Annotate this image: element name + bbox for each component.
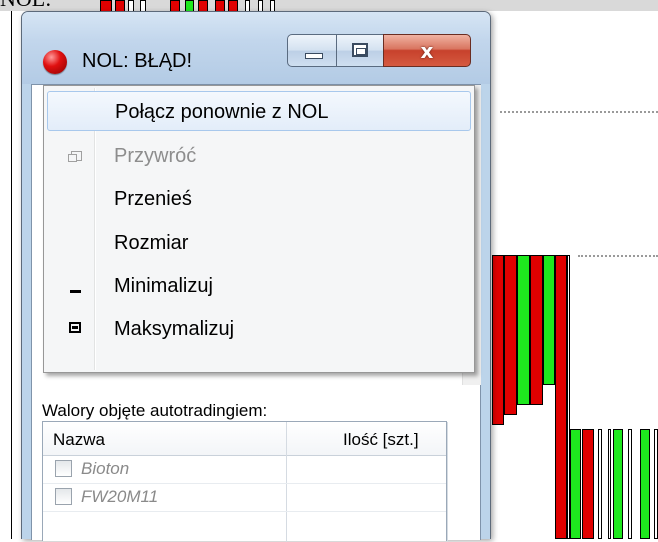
chart-grid-line (500, 111, 658, 113)
table-header: Nazwa Ilość [szt.] (43, 422, 446, 456)
maximize-icon (69, 322, 81, 333)
menu-item-restore[interactable]: Przywróć (47, 136, 471, 176)
security-name: FW20M11 (81, 487, 159, 506)
close-icon: x (420, 39, 434, 63)
chart-candle (492, 255, 504, 425)
column-header-quantity[interactable]: Ilość [szt.] (343, 430, 419, 450)
menu-item-label: Przywróć (114, 145, 197, 167)
chart-candle (628, 429, 632, 539)
window-system-menu: Połącz ponownie z NOL Przywróć Przenieś … (43, 85, 475, 373)
window-titlebar[interactable]: NOL: BŁĄD! x (22, 12, 490, 84)
background-top-strip: NOL: (0, 0, 658, 11)
app-status-icon[interactable] (43, 50, 67, 74)
minimize-icon (305, 53, 323, 59)
menu-item-label: Połącz ponownie z NOL (115, 101, 329, 123)
menu-item-label: Maksymalizuj (114, 318, 235, 340)
chart-candle (640, 429, 650, 539)
chart-candle (555, 255, 567, 539)
column-separator[interactable] (447, 422, 448, 542)
minimize-button[interactable] (287, 34, 337, 67)
chart-candle (654, 429, 658, 539)
chart-candle (608, 429, 611, 539)
chart-candle (543, 255, 555, 385)
maximize-icon (352, 43, 368, 57)
row-checkbox[interactable] (55, 460, 72, 477)
autotrading-securities-table: Nazwa Ilość [szt.] Bioton FW20M11 (42, 421, 448, 542)
minimize-icon (70, 290, 81, 293)
chart-candle (582, 429, 594, 539)
menu-item-label: Rozmiar (114, 232, 189, 254)
chart-candle (570, 429, 581, 539)
table-row[interactable]: FW20M11 (43, 484, 446, 512)
autotrading-label: Walory objęte autotradingiem: (42, 401, 268, 420)
close-button[interactable]: x (383, 34, 471, 67)
menu-item-label: Przenieś (114, 188, 192, 210)
menu-item-move[interactable]: Przenieś (47, 179, 471, 219)
security-name: Bioton (81, 459, 130, 478)
restore-icon (68, 151, 82, 162)
menu-item-label: Minimalizuj (114, 275, 213, 297)
chart-axis-line (11, 11, 12, 539)
window-title: NOL: BŁĄD! (82, 50, 193, 72)
chart-grid-line (578, 255, 658, 257)
chart-candle (530, 255, 543, 405)
chart-candle (598, 429, 602, 539)
menu-item-size[interactable]: Rozmiar (47, 223, 471, 263)
menu-item-reconnect[interactable]: Połącz ponownie z NOL (47, 91, 471, 131)
column-header-name[interactable]: Nazwa (53, 430, 105, 450)
chart-candle (504, 255, 517, 415)
chart-candle (517, 255, 530, 405)
chart-candle (613, 429, 623, 539)
maximize-button[interactable] (336, 34, 384, 67)
row-checkbox[interactable] (55, 488, 72, 505)
menu-item-minimize[interactable]: Minimalizuj (47, 266, 471, 306)
table-row[interactable]: Bioton (43, 456, 446, 484)
menu-item-maximize[interactable]: Maksymalizuj (47, 309, 471, 349)
